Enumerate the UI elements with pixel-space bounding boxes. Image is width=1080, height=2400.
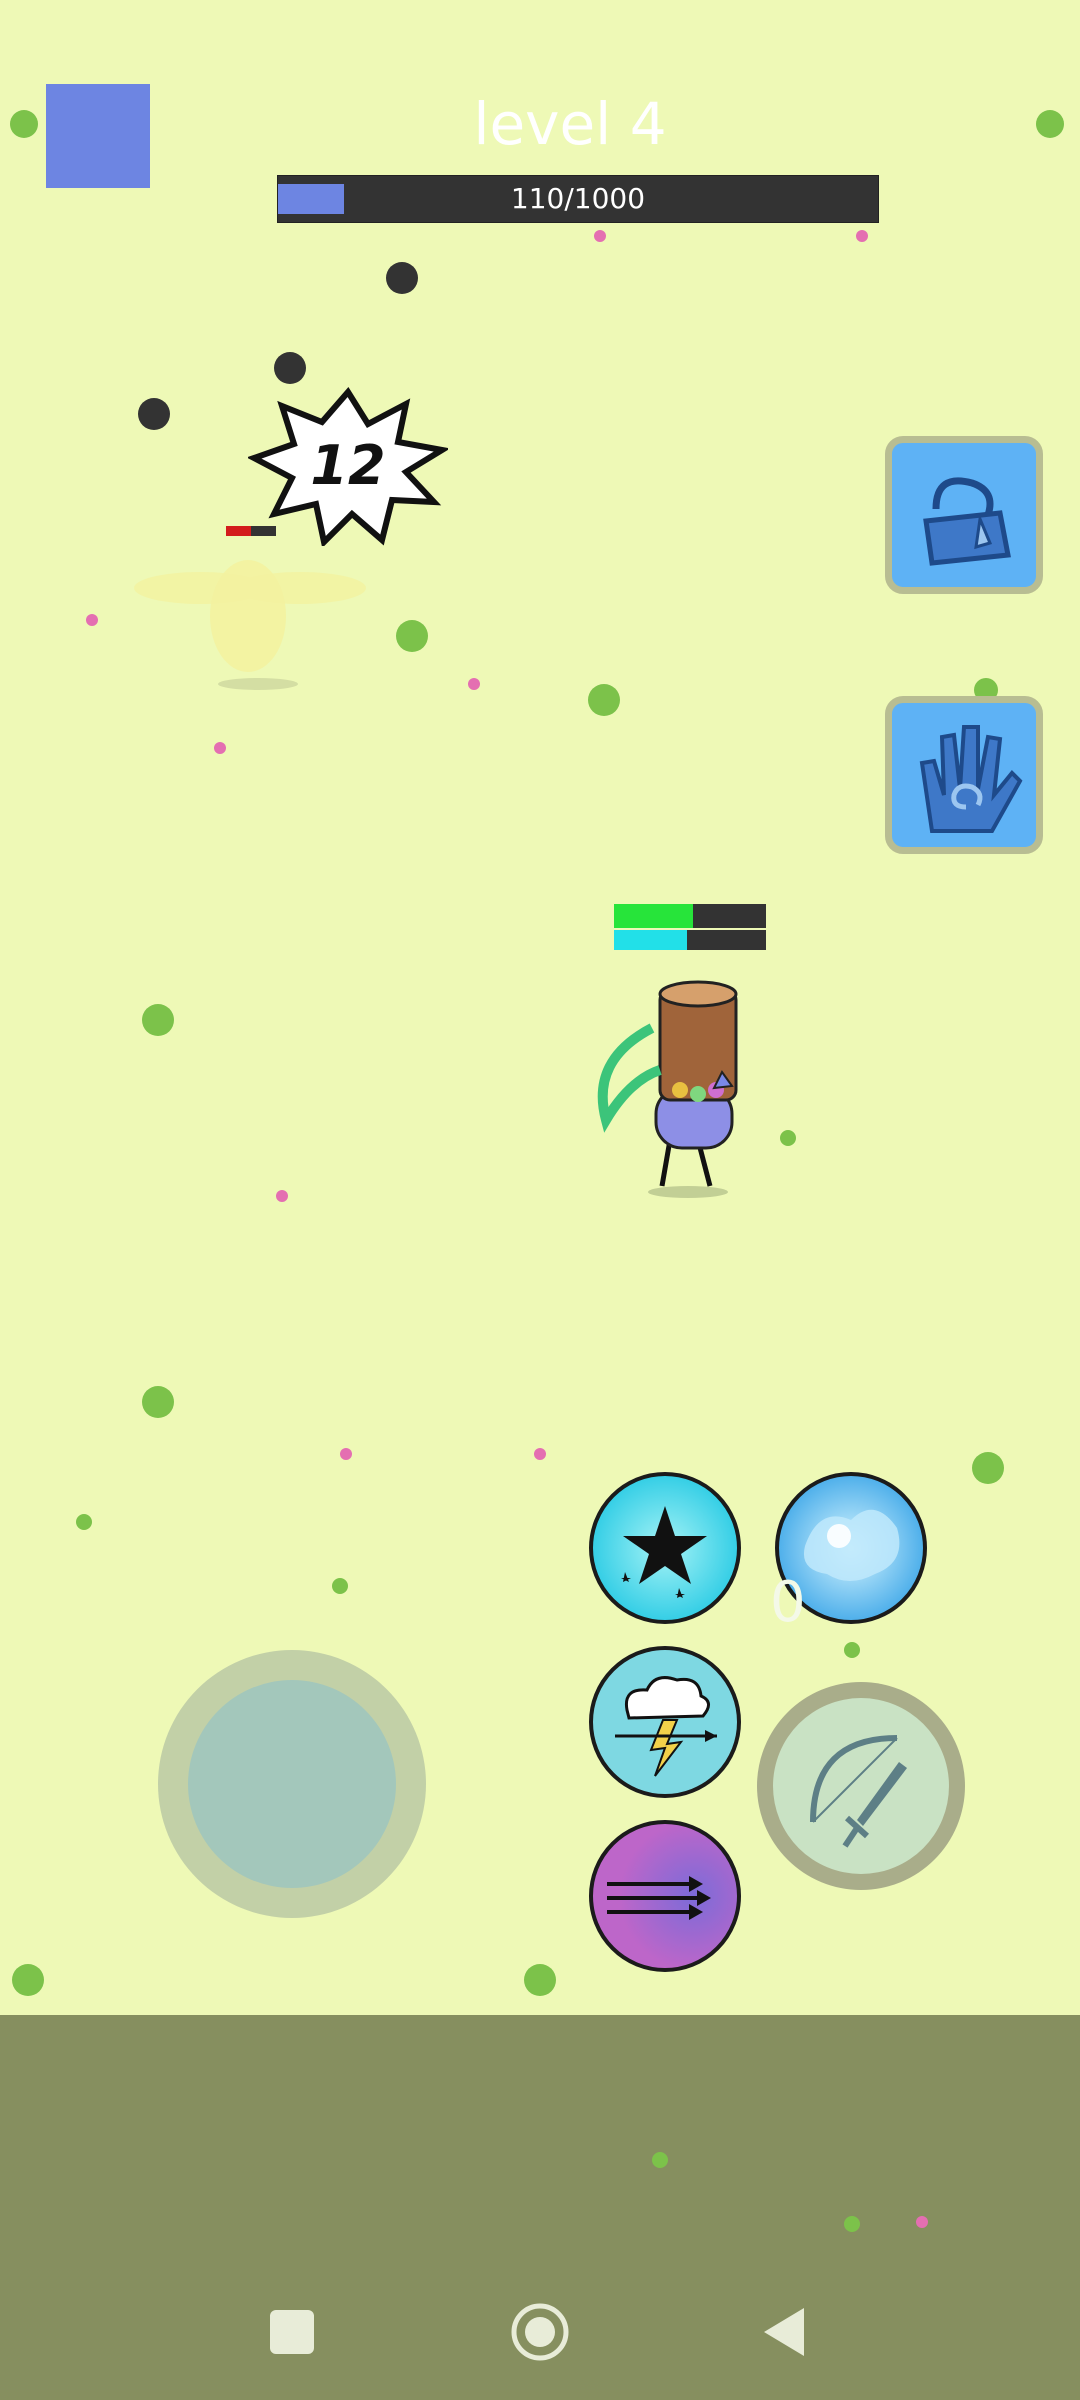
- menu-square-icon[interactable]: [46, 84, 150, 188]
- log-knight-sprite: [597, 980, 738, 1198]
- player-character[interactable]: [590, 980, 760, 1200]
- storm-arrow-icon: [615, 1676, 717, 1777]
- back-icon[interactable]: [760, 2304, 808, 2360]
- field-decorations: [10, 110, 1064, 2232]
- damage-number: 12: [310, 434, 386, 497]
- skill-multi-arrow-button[interactable]: [589, 1820, 741, 1972]
- rock-projectile: [386, 262, 418, 294]
- rock-projectile: [138, 398, 170, 430]
- virtual-joystick[interactable]: [158, 1650, 426, 1918]
- joystick-thumb[interactable]: [188, 1680, 396, 1888]
- enemy-ghost-bee[interactable]: [130, 548, 370, 698]
- ghost-bee-sprite: [134, 560, 366, 690]
- player-mana-bar: [614, 930, 766, 950]
- back-triangle-icon: [764, 2308, 804, 2356]
- skill-star-button[interactable]: [589, 1472, 741, 1624]
- player-mana-fill: [614, 930, 687, 950]
- bag-icon: [923, 477, 1011, 566]
- attack-button-face: [773, 1698, 949, 1874]
- home-ring-icon: [511, 2303, 569, 2361]
- bow-sword-icon: [810, 1735, 907, 1848]
- recent-apps-icon[interactable]: [270, 2310, 314, 2354]
- star-burst-icon: [621, 1506, 707, 1598]
- xp-progress-bar: 110/1000: [277, 175, 879, 223]
- multi-arrow-icon: [607, 1876, 711, 1920]
- skill-storm-button[interactable]: [589, 1646, 741, 1798]
- attack-button[interactable]: [757, 1682, 965, 1890]
- hand-spiral-icon: [919, 725, 1023, 833]
- level-title: level 4: [473, 90, 667, 158]
- damage-popup: 12: [246, 386, 451, 549]
- spell-button[interactable]: [885, 696, 1043, 854]
- enemy-health-bar: [226, 526, 276, 536]
- inventory-button[interactable]: [885, 436, 1043, 594]
- rock-projectile: [274, 352, 306, 384]
- xp-progress-text: 110/1000: [510, 182, 646, 215]
- skill-cooldown-counter: 0: [770, 1570, 806, 1635]
- player-health-bar: [614, 904, 766, 928]
- home-icon[interactable]: [510, 2302, 570, 2362]
- player-health-fill: [614, 904, 694, 928]
- enemy-health-fill: [226, 526, 251, 536]
